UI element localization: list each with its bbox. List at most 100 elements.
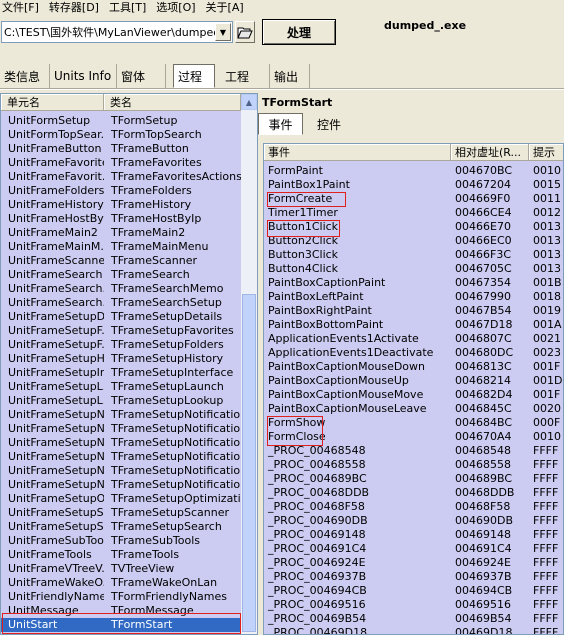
unit-list-row[interactable]: UnitFormTopSear... TFormTopSearch xyxy=(1,128,241,142)
tab-output[interactable]: 输出 xyxy=(270,64,310,88)
unit-list-row[interactable]: UnitFrameSetupIn... TFrameSetupInterface xyxy=(1,366,241,380)
scroll-thumb[interactable] xyxy=(242,294,256,632)
event-list-row[interactable]: _PROC_00468548 00468548 FFFF xyxy=(264,444,563,458)
unit-list-scrollbar[interactable]: ▲ xyxy=(241,94,257,634)
event-list-row[interactable]: _PROC_004691C4 004691C4 FFFF xyxy=(264,542,563,556)
event-list-row[interactable]: Button3Click 00466F3C 0013 xyxy=(264,248,563,262)
event-list-row[interactable]: _PROC_0046924E 0046924E FFFF xyxy=(264,556,563,570)
unit-list-row[interactable]: UnitFrameSetupS... TFrameSetupSearch xyxy=(1,520,241,534)
column-hint[interactable]: 提示 xyxy=(529,144,563,161)
chevron-down-icon[interactable]: ▼ xyxy=(215,23,231,41)
event-list-row[interactable]: PaintBoxCaptionMouseMove 004682D4 001F xyxy=(264,388,563,402)
unit-list-row[interactable]: UnitFrameSetupN... TFrameSetupNotificatio… xyxy=(1,408,241,422)
unit-list-row[interactable]: UnitFrameMainM... TFrameMainMenu xyxy=(1,240,241,254)
unit-list-row[interactable]: UnitFrameSetupD... TFrameSetupDetails xyxy=(1,310,241,324)
unit-list-row[interactable]: UnitFrameWakeO... TFrameWakeOnLan xyxy=(1,576,241,590)
tab-class-info[interactable]: 类信息 xyxy=(0,64,50,88)
event-list-row[interactable]: PaintBoxCaptionMouseDown 0046813C 001F xyxy=(264,360,563,374)
unit-list-row[interactable]: UnitFrameHistory TFrameHistory xyxy=(1,198,241,212)
event-list-row[interactable]: _PROC_00468558 00468558 FFFF xyxy=(264,458,563,472)
unit-list-row[interactable]: UnitFrameSetupN... TFrameSetupNotificatio… xyxy=(1,464,241,478)
event-list-row[interactable]: _PROC_00469148 00469148 FFFF xyxy=(264,528,563,542)
unit-list-row[interactable]: UnitFrameFavorit... TFrameFavoritesAction… xyxy=(1,170,241,184)
event-list[interactable]: 事件 相对虚址(R... 提示 FormPaint 004670BC 0010 Pai… xyxy=(263,143,564,635)
unit-list-row[interactable]: UnitMessage TFormMessage xyxy=(1,604,241,618)
tab-project[interactable]: 工程 xyxy=(221,64,270,88)
event-list-row[interactable]: PaintBox1Paint 00467204 0015 xyxy=(264,178,563,192)
unit-list-row[interactable]: UnitFrameFavorites TFrameFavorites xyxy=(1,156,241,170)
unit-list-row[interactable]: UnitFrameTools TFrameTools xyxy=(1,548,241,562)
open-folder-button[interactable] xyxy=(235,21,255,43)
unit-list-row[interactable]: UnitFrameScanner TFrameScanner xyxy=(1,254,241,268)
column-unit-name[interactable]: 单元名 xyxy=(1,94,104,111)
event-list-row[interactable]: _PROC_004689BC 004689BC FFFF xyxy=(264,472,563,486)
menu-options[interactable]: 选项[O] xyxy=(156,1,195,15)
unit-list-row[interactable]: UnitFormSetup TFormSetup xyxy=(1,114,241,128)
unit-list-row[interactable]: UnitFrameSetupN... TFrameSetupNotificatio… xyxy=(1,450,241,464)
unit-list-row[interactable]: UnitStart TFormStart xyxy=(1,618,241,632)
unit-list-row[interactable]: UnitFrameSetupH... TFrameSetupHistory xyxy=(1,352,241,366)
event-list-row[interactable]: Button2Click 00466EC0 0013 xyxy=(264,234,563,248)
event-list-row[interactable]: _PROC_00469D18 00469D18 FFFF xyxy=(264,626,563,634)
path-combo[interactable]: C:\TEST\国外软件\MyLanViewer\dumped_ ▼ xyxy=(1,21,233,43)
scroll-up-icon[interactable]: ▲ xyxy=(241,94,257,110)
unit-list-row[interactable]: UnitFrameSetupN... TFrameSetupNotificatio… xyxy=(1,436,241,450)
unit-list-row[interactable]: UnitFrameSetupL... TFrameSetupLookup xyxy=(1,394,241,408)
menu-file[interactable]: 文件[F] xyxy=(2,1,39,15)
hint-cell: 0023 xyxy=(533,346,561,359)
unit-list-row[interactable]: UnitFrameHostByIp TFrameHostByIp xyxy=(1,212,241,226)
column-class-name[interactable]: 类名 xyxy=(104,94,241,111)
unit-list-row[interactable]: UnitFrameSearch TFrameSearch xyxy=(1,268,241,282)
column-event[interactable]: 事件 xyxy=(264,144,451,161)
unit-list-row[interactable]: UnitFriendlyNames TFormFriendlyNames xyxy=(1,590,241,604)
event-list-row[interactable]: PaintBoxRightPaint 00467B54 0019 xyxy=(264,304,563,318)
event-list-row[interactable]: _PROC_0046937B 0046937B FFFF xyxy=(264,570,563,584)
unit-list-row[interactable]: UnitFrameFolders TFrameFolders xyxy=(1,184,241,198)
event-list-row[interactable]: PaintBoxCaptionMouseUp 00468214 001D xyxy=(264,374,563,388)
event-list-row[interactable]: PaintBoxLeftPaint 00467990 0018 xyxy=(264,290,563,304)
tab-procedures[interactable]: 过程 xyxy=(173,64,215,88)
event-list-row[interactable]: Button1Click 00466E70 0013 xyxy=(264,220,563,234)
event-list-row[interactable]: _PROC_00468F58 00468F58 FFFF xyxy=(264,500,563,514)
unit-list-row[interactable]: UnitFrameSetupO... TFrameSetupOptimizatio… xyxy=(1,492,241,506)
unit-list-row[interactable]: UnitFrameButton TFrameButton xyxy=(1,142,241,156)
event-list-row[interactable]: PaintBoxCaptionMouseLeave 0046845C 0020 xyxy=(264,402,563,416)
event-list-row[interactable]: PaintBoxCaptionPaint 00467354 001B xyxy=(264,276,563,290)
event-list-row[interactable]: FormCreate 004669F0 0011 xyxy=(264,192,563,206)
unit-list-row[interactable]: UnitFrameSearch... TFrameSearchMemo xyxy=(1,282,241,296)
unit-list-row[interactable]: UnitFrameSearch... TFrameSearchSetup xyxy=(1,296,241,310)
tab-forms[interactable]: 窗体 xyxy=(117,64,166,88)
process-button[interactable]: 处理 xyxy=(262,19,336,45)
unit-list-row[interactable]: UnitFrameSetupF... TFrameSetupFavorites xyxy=(1,324,241,338)
event-list-row[interactable]: FormShow 004684BC 000F xyxy=(264,416,563,430)
event-list-row[interactable]: ApplicationEvents1Activate 0046807C 0021 xyxy=(264,332,563,346)
tab-events[interactable]: 事件 xyxy=(258,113,303,135)
tab-units-info[interactable]: Units Info xyxy=(50,64,117,88)
column-rva[interactable]: 相对虚址(R... xyxy=(451,144,529,161)
unit-list-row[interactable]: UnitFrameSetupN... TFrameSetupNotificatio… xyxy=(1,422,241,436)
event-list-row[interactable]: _PROC_004694CB 004694CB FFFF xyxy=(264,584,563,598)
event-list-row[interactable]: PaintBoxBottomPaint 00467D18 001A xyxy=(264,318,563,332)
event-list-row[interactable]: _PROC_00469B54 00469B54 FFFF xyxy=(264,612,563,626)
unit-list-row[interactable]: UnitFrameSetupL... TFrameSetupLaunch xyxy=(1,380,241,394)
event-list-row[interactable]: Timer1Timer 00466CE4 0012 xyxy=(264,206,563,220)
tab-controls[interactable]: 控件 xyxy=(309,113,349,135)
event-list-row[interactable]: _PROC_00469516 00469516 FFFF xyxy=(264,598,563,612)
event-list-row[interactable]: FormPaint 004670BC 0010 xyxy=(264,164,563,178)
menu-about[interactable]: 关于[A] xyxy=(206,1,244,15)
event-list-row[interactable]: FormClose 004670A4 0010 xyxy=(264,430,563,444)
unit-list-row[interactable]: UnitFrameSubTools TFrameSubTools xyxy=(1,534,241,548)
event-list-row[interactable]: _PROC_00468DDB 00468DDB FFFF xyxy=(264,486,563,500)
unit-list-row[interactable]: UnitFrameMain2 TFrameMain2 xyxy=(1,226,241,240)
unit-name-cell: UnitFrameSetupN... xyxy=(8,436,104,449)
menu-tools[interactable]: 工具[T] xyxy=(109,1,146,15)
unit-list-row[interactable]: UnitFrameSetupN... TFrameSetupNotificatio… xyxy=(1,478,241,492)
event-list-row[interactable]: Button4Click 0046705C 0013 xyxy=(264,262,563,276)
unit-list-row[interactable]: UnitFrameVTreeV... TVTreeView xyxy=(1,562,241,576)
event-list-row[interactable]: _PROC_004690DB 004690DB FFFF xyxy=(264,514,563,528)
menu-dumper[interactable]: 转存器[D] xyxy=(49,1,99,15)
event-list-row[interactable]: ApplicationEvents1Deactivate 004680DC 0023 xyxy=(264,346,563,360)
unit-list-row[interactable]: UnitFrameSetupS... TFrameSetupScanner xyxy=(1,506,241,520)
unit-list-row[interactable]: UnitFrameSetupF... TFrameSetupFolders xyxy=(1,338,241,352)
unit-list[interactable]: 单元名 类名 UnitFormSetup TFormSetup UnitFormTo… xyxy=(0,93,258,635)
